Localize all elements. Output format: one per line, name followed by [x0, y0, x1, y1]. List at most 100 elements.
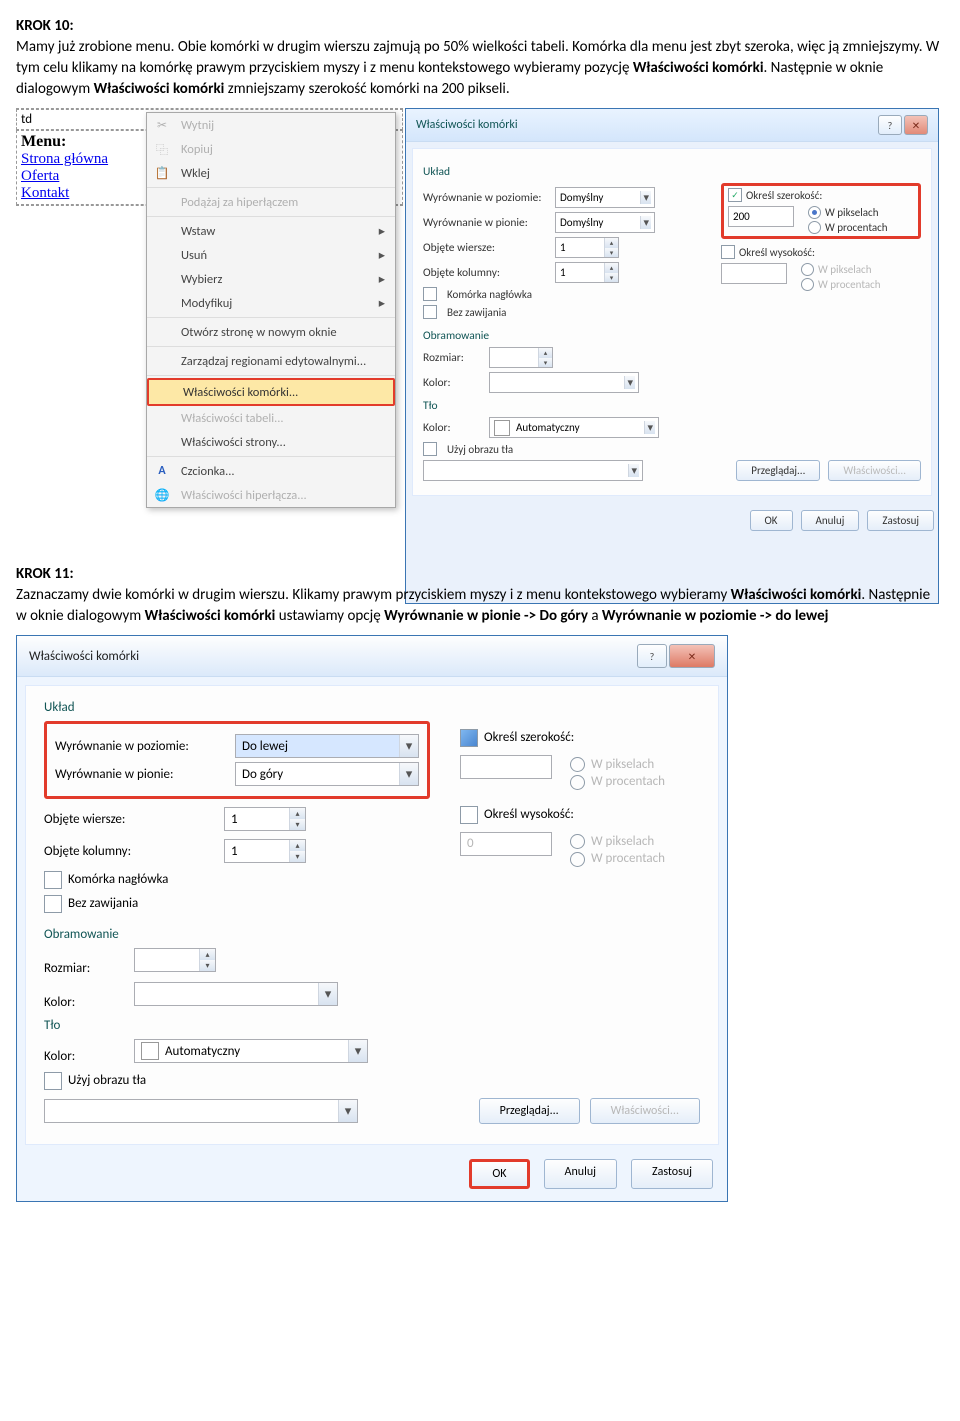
ctx-page-properties[interactable]: Właściwości strony...	[147, 430, 395, 454]
border-size-label: Rozmiar:	[44, 961, 134, 976]
valign-select[interactable]: Domyślny	[555, 212, 655, 233]
width-highlight: ✓Określ szerokość: 200 W pikselach W pro…	[721, 183, 921, 239]
ctx-open-new-window[interactable]: Otwórz stronę w nowym oknie	[147, 320, 395, 344]
width-percent-radio[interactable]: W procentach	[808, 221, 888, 234]
ctx-font[interactable]: ACzcionka...	[147, 459, 395, 483]
bg-color-select[interactable]: Automatyczny	[489, 417, 659, 438]
header-cell-checkbox[interactable]: Komórka nagłówka	[44, 871, 430, 889]
ctx-cut: ✂Wytnij	[147, 113, 395, 137]
halign-select[interactable]: Domyślny	[555, 187, 655, 208]
close-icon[interactable]: ✕	[904, 115, 928, 135]
colspan-input[interactable]: 1▴▾	[224, 839, 306, 863]
alignment-highlight: Wyrównanie w poziomie:Do lewej Wyrównani…	[44, 721, 430, 799]
section-layout: Układ	[423, 165, 921, 179]
krok10-text: KROK 10: Mamy już zrobione menu. Obie ko…	[16, 16, 944, 100]
cancel-button[interactable]: Anuluj	[544, 1159, 617, 1189]
border-size-input[interactable]: ▴▾	[489, 347, 553, 368]
paste-icon: 📋	[153, 165, 171, 181]
height-percent-radio: W procentach	[570, 851, 665, 866]
bg-image-path	[44, 1099, 358, 1123]
set-width-checkbox[interactable]: ✓Określ szerokość:	[728, 188, 914, 202]
section-background: Tło	[44, 1018, 700, 1033]
screenshot1: td Menu: Strona główna Oferta Kontakt ✂W…	[16, 108, 944, 604]
ctx-copy: ⿻Kopiuj	[147, 137, 395, 161]
colspan-label: Objęte kolumny:	[423, 266, 549, 280]
halign-select[interactable]: Do lewej	[235, 734, 419, 758]
bg-image-checkbox[interactable]: Użyj obrazu tła	[423, 442, 921, 456]
rowspan-input[interactable]: 1▴▾	[224, 807, 306, 831]
ctx-hyperlink-properties: 🌐Właściwości hiperłącza...	[147, 483, 395, 507]
section-border: Obramowanie	[423, 329, 921, 343]
cancel-button[interactable]: Anuluj	[801, 510, 860, 531]
height-pixels-radio: W pikselach	[801, 263, 881, 276]
krok10-title: KROK 10:	[16, 17, 74, 35]
border-size-label: Rozmiar:	[423, 351, 483, 365]
krok11-title: KROK 11:	[16, 565, 74, 583]
set-width-checkbox[interactable]: Określ szerokość:	[460, 729, 665, 747]
border-size-input[interactable]: ▴▾	[134, 948, 216, 972]
apply-button[interactable]: Zastosuj	[867, 510, 934, 531]
apply-button[interactable]: Zastosuj	[631, 1159, 713, 1189]
width-value-input	[460, 755, 552, 779]
chevron-right-icon: ▸	[379, 295, 385, 311]
width-pixels-radio[interactable]: W pikselach	[808, 206, 888, 219]
border-color-label: Kolor:	[44, 995, 134, 1010]
context-menu: ✂Wytnij ⿻Kopiuj 📋Wklej Podążaj za hiperł…	[146, 112, 396, 508]
height-value-input	[721, 263, 787, 284]
ctx-delete[interactable]: Usuń▸	[147, 243, 395, 267]
border-color-select[interactable]	[489, 372, 639, 393]
nowrap-checkbox[interactable]: Bez zawijania	[44, 895, 430, 913]
chevron-right-icon: ▸	[379, 223, 385, 239]
valign-select[interactable]: Do góry	[235, 762, 419, 786]
rowspan-label: Objęte wiersze:	[423, 241, 549, 255]
browse-button[interactable]: Przeglądaj...	[736, 460, 820, 481]
bg-color-label: Kolor:	[44, 1049, 134, 1064]
ok-button[interactable]: OK	[750, 510, 793, 531]
ctx-manage-regions[interactable]: Zarządzaj regionami edytowalnymi...	[147, 349, 395, 373]
rowspan-input[interactable]: 1▴▾	[555, 237, 619, 258]
colspan-label: Objęte kolumny:	[44, 844, 224, 859]
ctx-follow-link: Podążaj za hiperłączem	[147, 190, 395, 214]
bg-color-label: Kolor:	[423, 421, 483, 435]
close-icon[interactable]: ✕	[669, 644, 715, 668]
height-pixels-radio: W pikselach	[570, 834, 665, 849]
rowspan-label: Objęte wiersze:	[44, 812, 224, 827]
help-icon[interactable]: ?	[637, 644, 667, 668]
ctx-select[interactable]: Wybierz▸	[147, 267, 395, 291]
dialog-title: Właściwości komórki	[416, 118, 518, 132]
set-height-checkbox[interactable]: Określ wysokość:	[460, 806, 665, 824]
border-color-select[interactable]	[134, 982, 338, 1006]
header-cell-checkbox[interactable]: Komórka nagłówka	[423, 287, 699, 301]
ctx-modify[interactable]: Modyfikuj▸	[147, 291, 395, 315]
properties-button: Właściwości...	[590, 1098, 700, 1124]
halign-label: Wyrównanie w poziomie:	[423, 191, 549, 205]
height-value-input: 0	[460, 832, 552, 856]
width-percent-radio: W procentach	[570, 774, 665, 789]
ctx-cell-properties[interactable]: Właściwości komórki...	[147, 378, 395, 406]
valign-label: Wyrównanie w pionie:	[423, 216, 549, 230]
bg-color-select[interactable]: Automatyczny	[134, 1039, 368, 1063]
width-pixels-radio: W pikselach	[570, 757, 665, 772]
set-height-checkbox[interactable]: Określ wysokość:	[721, 245, 921, 259]
chevron-right-icon: ▸	[379, 247, 385, 263]
cell-properties-dialog-1: Właściwości komórki ? ✕ Układ Wyrównanie…	[405, 108, 939, 604]
ctx-insert[interactable]: Wstaw▸	[147, 219, 395, 243]
section-layout: Układ	[44, 700, 700, 715]
height-percent-radio: W procentach	[801, 278, 881, 291]
copy-icon: ⿻	[153, 141, 171, 157]
border-color-label: Kolor:	[423, 376, 483, 390]
bg-image-path	[423, 460, 643, 481]
ok-button[interactable]: OK	[469, 1159, 529, 1189]
colspan-input[interactable]: 1▴▾	[555, 262, 619, 283]
bg-image-checkbox[interactable]: Użyj obrazu tła	[44, 1072, 700, 1090]
globe-icon: 🌐	[153, 487, 171, 503]
cell-properties-dialog-2: Właściwości komórki ? ✕ Układ Wyrównanie…	[16, 635, 728, 1202]
ctx-paste[interactable]: 📋Wklej	[147, 161, 395, 185]
valign-label: Wyrównanie w pionie:	[55, 767, 235, 782]
nowrap-checkbox[interactable]: Bez zawijania	[423, 305, 699, 319]
help-icon[interactable]: ?	[878, 115, 902, 135]
width-value-input[interactable]: 200	[728, 206, 794, 227]
browse-button[interactable]: Przeglądaj...	[479, 1098, 580, 1124]
ctx-table-properties: Właściwości tabeli...	[147, 406, 395, 430]
font-icon: A	[153, 463, 171, 479]
